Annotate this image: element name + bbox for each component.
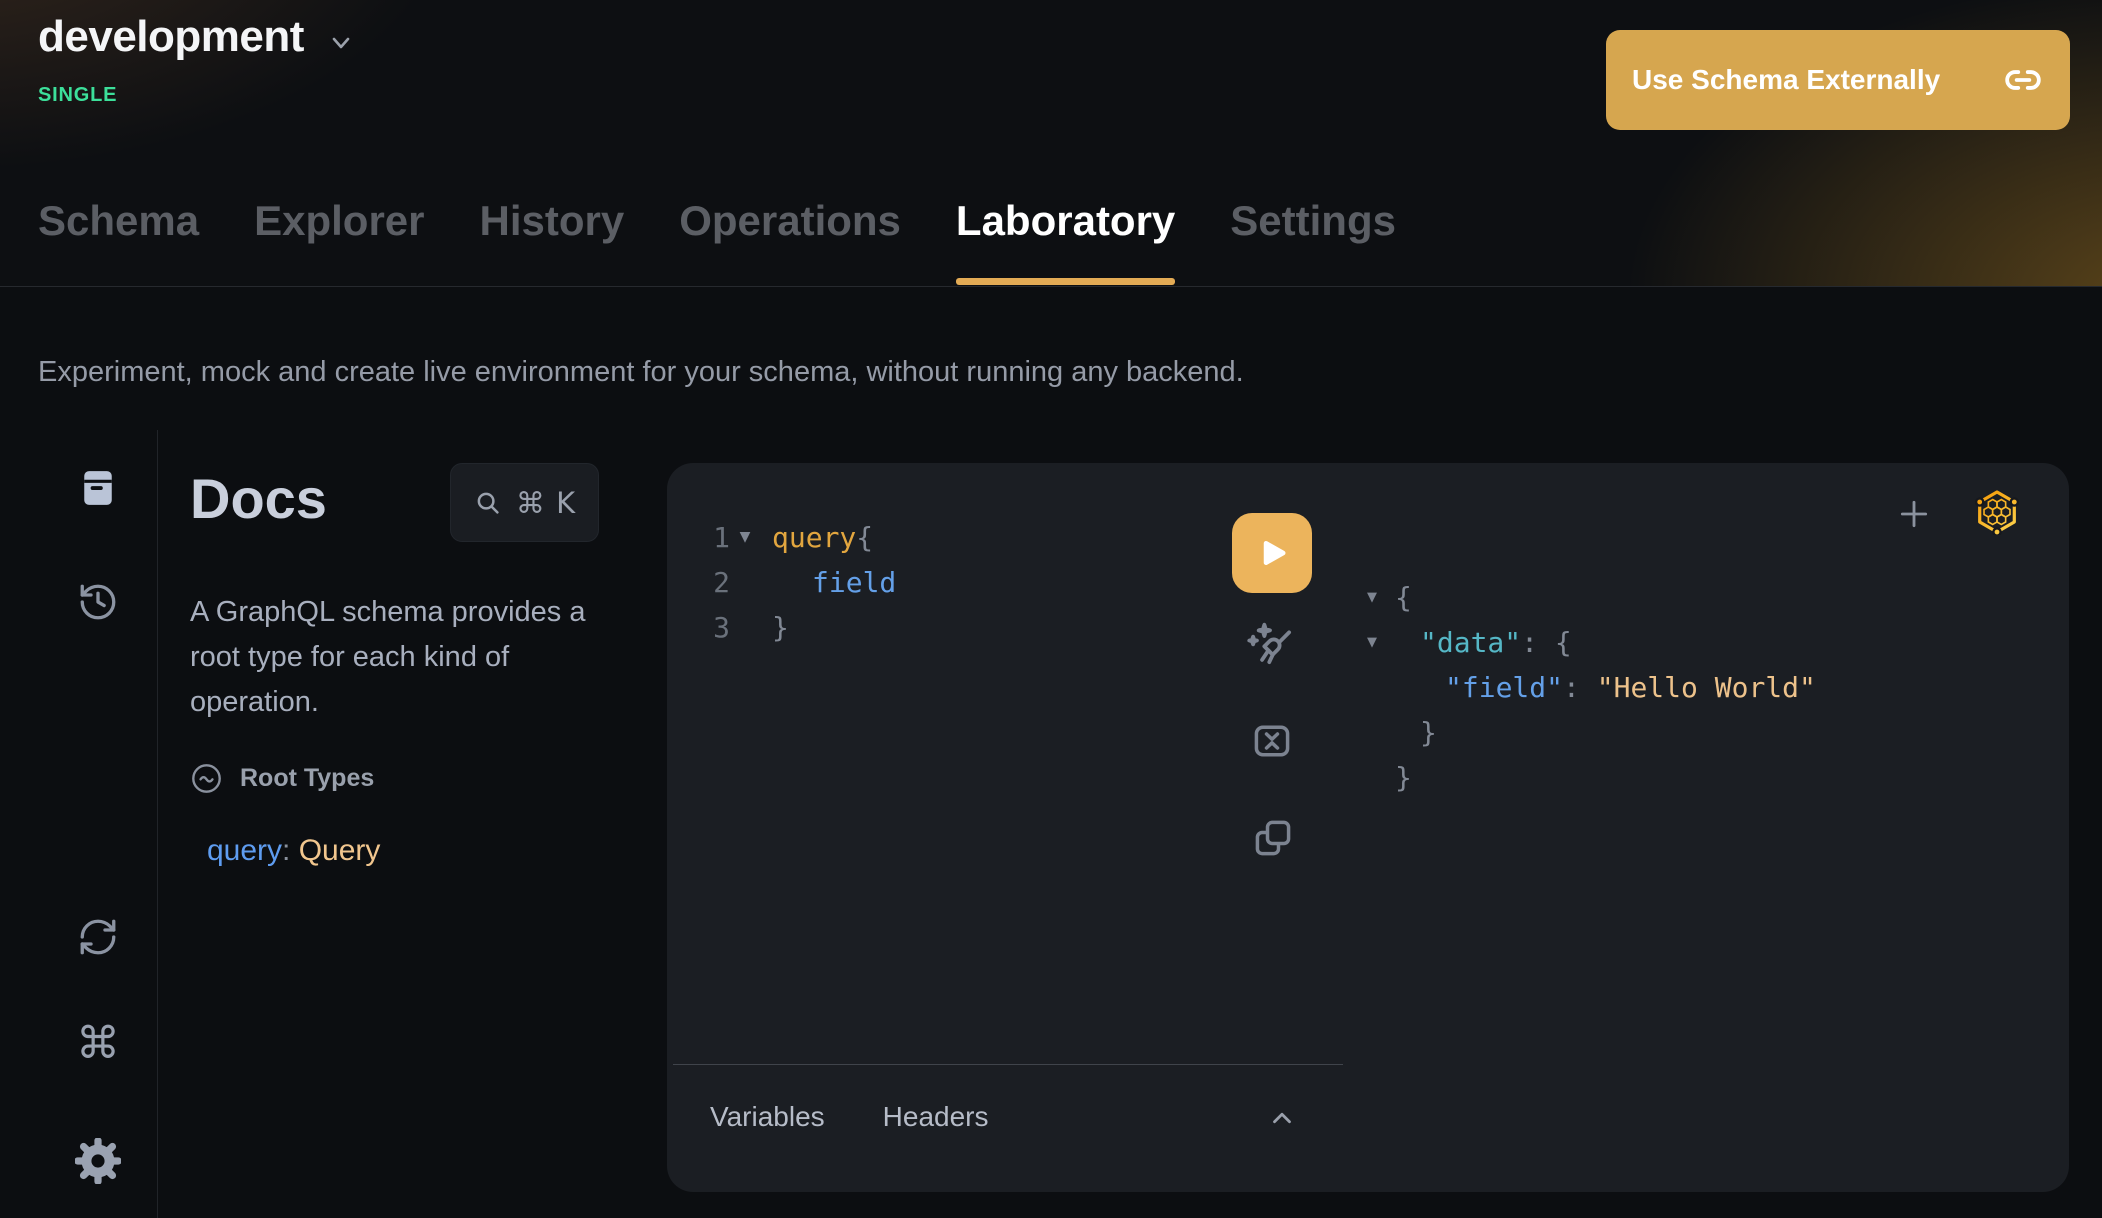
merge-fragments-button[interactable] bbox=[1250, 719, 1294, 763]
root-type-row: query: Query bbox=[207, 834, 380, 868]
response-line: ▼ "data": { bbox=[1367, 620, 1816, 665]
tab-operations[interactable]: Operations bbox=[679, 196, 901, 287]
response-viewer: ▼ { ▼ "data": { "field": "Hello World" }… bbox=[1367, 575, 1816, 800]
shortcuts-sidebar-button[interactable]: ⌘ bbox=[76, 1022, 120, 1066]
gear-icon bbox=[75, 1138, 121, 1184]
page-title: development bbox=[38, 12, 304, 62]
chevron-down-icon[interactable] bbox=[326, 28, 356, 63]
tab-label: Settings bbox=[1230, 197, 1396, 244]
query-editor[interactable]: 1 ▼ query{ 2 field 3 } bbox=[692, 515, 896, 650]
header: development SINGLE Use Schema Externally… bbox=[0, 0, 2102, 287]
line-number: 2 bbox=[692, 560, 730, 605]
laboratory-editor-panel: 1 ▼ query{ 2 field 3 } bbox=[667, 463, 2069, 1192]
docs-sidebar-button[interactable] bbox=[76, 466, 120, 510]
search-icon bbox=[473, 488, 503, 518]
tab-label: Operations bbox=[679, 197, 901, 244]
prettify-query-button[interactable] bbox=[1245, 618, 1299, 672]
search-shortcut-label: ⌘ K bbox=[516, 486, 576, 520]
field-token: field bbox=[760, 560, 896, 605]
data-key: "data" bbox=[1420, 626, 1521, 659]
use-schema-externally-button[interactable]: Use Schema Externally bbox=[1606, 30, 2070, 130]
request-footer-divider bbox=[673, 1064, 1343, 1065]
field-value: "Hello World" bbox=[1597, 671, 1816, 704]
page-subtitle: Experiment, mock and create live environ… bbox=[38, 356, 1244, 389]
open-brace: { bbox=[856, 521, 873, 554]
request-footer-tabs: Variables Headers bbox=[710, 1101, 989, 1133]
tab-headers[interactable]: Headers bbox=[883, 1101, 989, 1133]
execute-query-button[interactable] bbox=[1232, 513, 1312, 593]
fold-triangle-icon[interactable]: ▼ bbox=[730, 515, 760, 560]
command-icon: ⌘ bbox=[76, 1018, 120, 1069]
tab-variables[interactable]: Variables bbox=[710, 1101, 825, 1133]
tab-bar: Schema Explorer History Operations Labor… bbox=[38, 196, 1396, 287]
root-type-query-link[interactable]: query bbox=[207, 834, 282, 867]
colon: : bbox=[1563, 671, 1597, 704]
tab-schema[interactable]: Schema bbox=[38, 196, 199, 287]
close-brace: } bbox=[760, 605, 789, 650]
merge-icon bbox=[1250, 719, 1294, 763]
plus-icon bbox=[1894, 494, 1934, 534]
close-brace: } bbox=[1395, 710, 1437, 755]
tab-label: Schema bbox=[38, 197, 199, 244]
code-line: 1 ▼ query{ bbox=[692, 515, 896, 560]
laboratory-page: development SINGLE Use Schema Externally… bbox=[0, 0, 2102, 1218]
use-schema-externally-label: Use Schema Externally bbox=[1632, 64, 1940, 96]
settings-sidebar-button[interactable] bbox=[75, 1138, 121, 1184]
close-brace: } bbox=[1395, 755, 1412, 800]
query-keyword: query bbox=[772, 521, 856, 554]
fold-triangle-icon[interactable]: ▼ bbox=[1367, 575, 1395, 620]
line-number: 3 bbox=[692, 605, 730, 650]
graphql-hive-logo bbox=[1973, 487, 2021, 535]
open-brace: { bbox=[1395, 575, 1412, 620]
tab-label: Laboratory bbox=[956, 197, 1175, 244]
root-types-label: Root Types bbox=[240, 764, 374, 793]
sidebar-divider bbox=[157, 430, 158, 1218]
history-clock-icon bbox=[77, 581, 119, 623]
response-line: ▼ { bbox=[1367, 575, 1816, 620]
response-line: "field": "Hello World" bbox=[1367, 665, 1816, 710]
docs-description: A GraphQL schema provides a root type fo… bbox=[190, 590, 622, 725]
open-brace: { bbox=[1555, 626, 1572, 659]
root-type-query-type-link[interactable]: Query bbox=[299, 834, 381, 867]
line-number: 1 bbox=[692, 515, 730, 560]
reload-schema-sidebar-button[interactable] bbox=[77, 916, 119, 958]
root-types-header: Root Types bbox=[190, 762, 374, 795]
tab-label: History bbox=[480, 197, 625, 244]
field-key: "field" bbox=[1445, 671, 1563, 704]
code-line: 3 } bbox=[692, 605, 896, 650]
prettify-broom-icon bbox=[1245, 618, 1299, 672]
chevron-up-icon bbox=[1267, 1105, 1297, 1131]
tab-settings[interactable]: Settings bbox=[1230, 196, 1396, 287]
docs-book-icon bbox=[76, 466, 120, 510]
tab-label: Explorer bbox=[254, 197, 424, 244]
response-line: } bbox=[1367, 755, 1816, 800]
docs-title: Docs bbox=[190, 466, 327, 531]
copy-query-button[interactable] bbox=[1251, 816, 1295, 860]
code-line: 2 field bbox=[692, 560, 896, 605]
docs-search-button[interactable]: ⌘ K bbox=[450, 463, 599, 542]
root-type-separator: : bbox=[282, 834, 299, 867]
play-icon bbox=[1254, 535, 1290, 571]
response-line: } bbox=[1367, 710, 1816, 755]
tab-laboratory[interactable]: Laboratory bbox=[956, 196, 1175, 287]
fold-triangle-icon[interactable]: ▼ bbox=[1367, 620, 1395, 665]
link-icon bbox=[2004, 61, 2042, 99]
tab-history[interactable]: History bbox=[480, 196, 625, 287]
root-types-icon bbox=[190, 762, 223, 795]
copy-icon bbox=[1251, 816, 1295, 860]
tab-explorer[interactable]: Explorer bbox=[254, 196, 424, 287]
add-operation-tab-button[interactable] bbox=[1894, 494, 1934, 534]
history-sidebar-button[interactable] bbox=[77, 581, 119, 623]
refresh-icon bbox=[77, 916, 119, 958]
target-type-badge: SINGLE bbox=[38, 84, 117, 107]
collapse-footer-button[interactable] bbox=[1267, 1105, 1297, 1131]
colon: : bbox=[1521, 626, 1555, 659]
